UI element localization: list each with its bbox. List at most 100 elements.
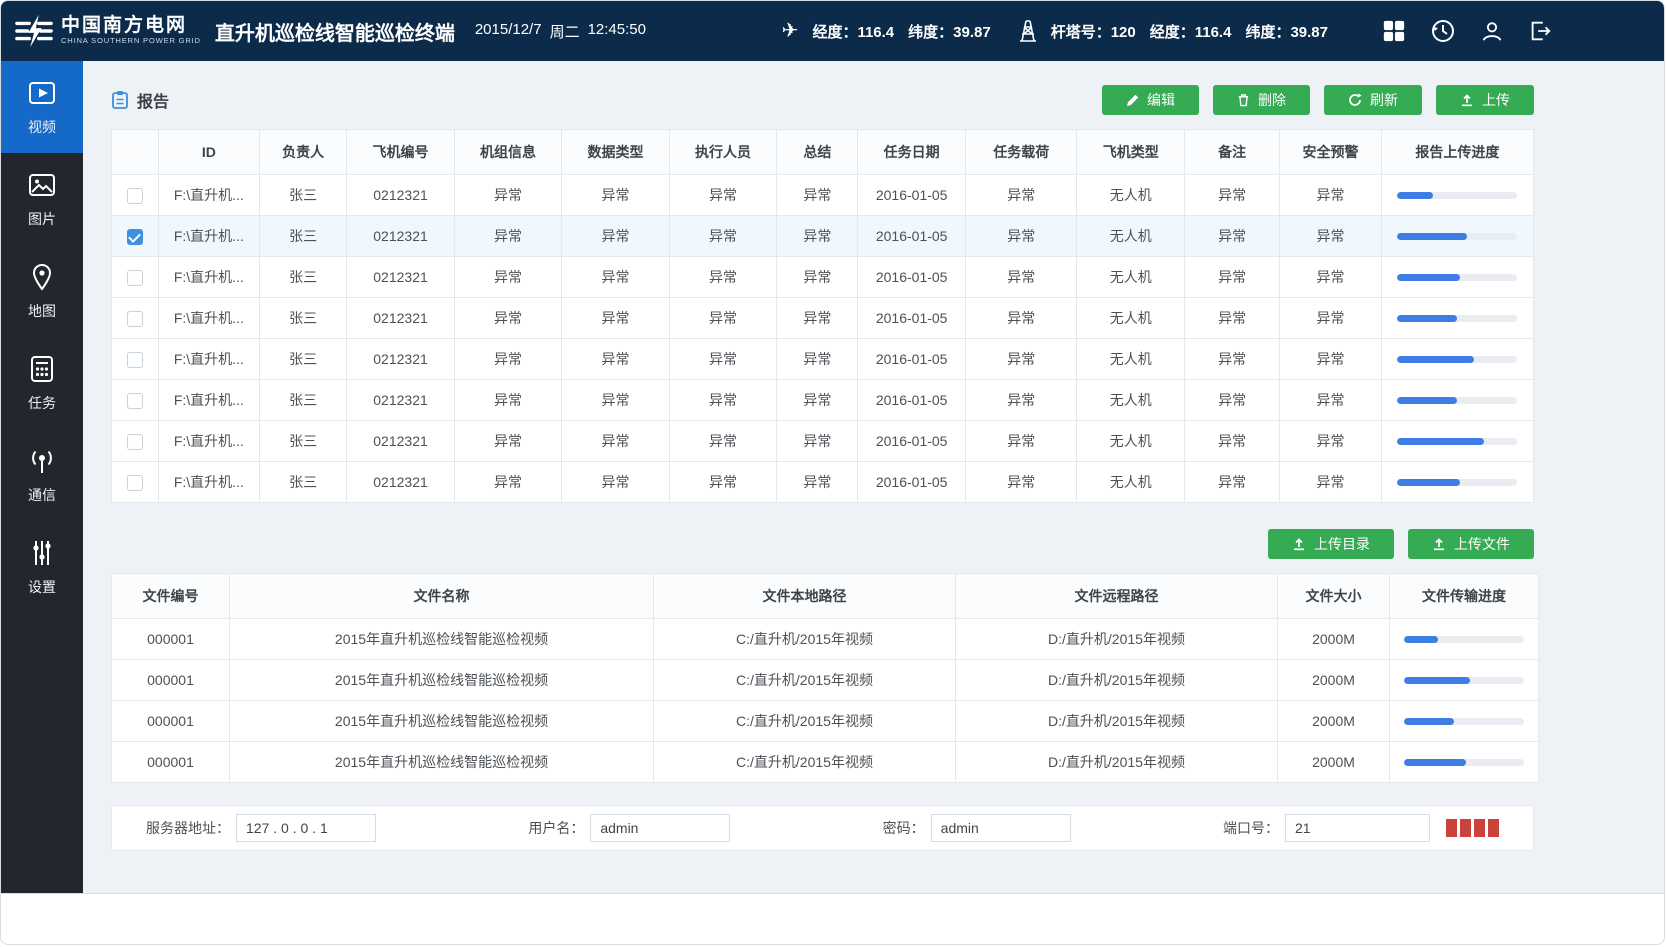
cell-crew: 异常: [454, 339, 562, 380]
table-row: 000001 2015年直升机巡检线智能巡检视频 C:/直升机/2015年视频 …: [112, 742, 1539, 783]
delete-button[interactable]: 删除: [1213, 85, 1310, 115]
cell-warning: 异常: [1280, 298, 1381, 339]
row-checkbox[interactable]: [127, 188, 143, 204]
cell-note: 异常: [1184, 462, 1279, 503]
edit-button[interactable]: 编辑: [1102, 85, 1199, 115]
cell-executor: 异常: [669, 339, 777, 380]
col-header: ID: [158, 130, 259, 175]
cell-date: 2016-01-05: [858, 257, 966, 298]
signal-bar: [1460, 819, 1471, 837]
cell-remote-path: D:/直升机/2015年视频: [956, 660, 1278, 701]
row-checkbox[interactable]: [127, 229, 143, 245]
report-clipboard-icon: [111, 90, 129, 110]
row-checkbox[interactable]: [127, 434, 143, 450]
upload-progress-bar: [1397, 479, 1517, 486]
upload-file-button[interactable]: 上传文件: [1408, 529, 1534, 559]
cell-summary: 异常: [777, 175, 858, 216]
cell-plane-type: 无人机: [1077, 421, 1185, 462]
row-checkbox[interactable]: [127, 311, 143, 327]
cell-payload: 异常: [965, 421, 1077, 462]
sidebar: 视频 图片 地图 任务: [1, 61, 83, 893]
col-header: 飞机编号: [347, 130, 455, 175]
cell-crew: 异常: [454, 216, 562, 257]
cell-warning: 异常: [1280, 421, 1381, 462]
section-report: 报告: [111, 88, 169, 112]
history-icon[interactable]: [1430, 18, 1456, 44]
port-label: 端口号：: [1223, 818, 1279, 838]
cell-owner: 张三: [260, 298, 347, 339]
user-icon[interactable]: [1480, 19, 1504, 43]
cell-summary: 异常: [777, 339, 858, 380]
cell-date: 2016-01-05: [858, 462, 966, 503]
col-header: 文件编号: [112, 574, 230, 619]
cell-payload: 异常: [965, 462, 1077, 503]
cell-file-size: 2000M: [1278, 701, 1390, 742]
refresh-button[interactable]: 刷新: [1324, 85, 1422, 115]
cell-plane-no: 0212321: [347, 421, 455, 462]
cell-note: 异常: [1184, 380, 1279, 421]
table-row: F:\直升机... 张三 0212321 异常 异常 异常 异常 2016-01…: [112, 339, 1534, 380]
logout-icon[interactable]: [1528, 19, 1552, 43]
sidebar-item-video[interactable]: 视频: [1, 61, 83, 153]
table-row: 000001 2015年直升机巡检线智能巡检视频 C:/直升机/2015年视频 …: [112, 619, 1539, 660]
cell-plane-type: 无人机: [1077, 257, 1185, 298]
cell-summary: 异常: [777, 216, 858, 257]
cell-warning: 异常: [1280, 380, 1381, 421]
transfer-progress-bar: [1404, 718, 1524, 725]
cell-note: 异常: [1184, 421, 1279, 462]
server-address-input[interactable]: [236, 814, 376, 842]
upload-directory-button[interactable]: 上传目录: [1268, 529, 1394, 559]
pencil-icon: [1126, 94, 1139, 107]
table-row: 000001 2015年直升机巡检线智能巡检视频 C:/直升机/2015年视频 …: [112, 660, 1539, 701]
row-checkbox[interactable]: [127, 475, 143, 491]
cell-summary: 异常: [777, 298, 858, 339]
cell-file-size: 2000M: [1278, 619, 1390, 660]
cell-crew: 异常: [454, 298, 562, 339]
password-input[interactable]: [931, 814, 1071, 842]
cell-file-size: 2000M: [1278, 742, 1390, 783]
username-input[interactable]: [590, 814, 730, 842]
row-checkbox[interactable]: [127, 393, 143, 409]
cell-plane-type: 无人机: [1077, 298, 1185, 339]
col-header: 文件本地路径: [654, 574, 956, 619]
cell-payload: 异常: [965, 380, 1077, 421]
upload-button[interactable]: 上传: [1436, 85, 1534, 115]
sidebar-item-settings[interactable]: 设置: [1, 521, 83, 613]
col-header: 总结: [777, 130, 858, 175]
sidebar-item-label: 通信: [28, 485, 56, 505]
sidebar-item-label: 任务: [28, 393, 56, 413]
windows-icon[interactable]: [1382, 19, 1406, 43]
cell-owner: 张三: [260, 380, 347, 421]
tower-status: 杆塔号：120 经度：116.4 纬度：39.87: [1019, 19, 1328, 43]
sidebar-item-tasks[interactable]: 任务: [1, 337, 83, 429]
row-checkbox[interactable]: [127, 270, 143, 286]
cell-data-type: 异常: [562, 298, 670, 339]
cell-local-path: C:/直升机/2015年视频: [654, 742, 956, 783]
password-group: 密码：: [883, 814, 1071, 842]
row-checkbox[interactable]: [127, 352, 143, 368]
transfer-progress-bar: [1404, 677, 1524, 684]
aircraft-icon: ✈: [782, 21, 799, 41]
cell-plane-type: 无人机: [1077, 339, 1185, 380]
sidebar-item-label: 设置: [28, 577, 56, 597]
col-header: 备注: [1184, 130, 1279, 175]
cell-payload: 异常: [965, 175, 1077, 216]
cell-date: 2016-01-05: [858, 380, 966, 421]
cell-remote-path: D:/直升机/2015年视频: [956, 742, 1278, 783]
cell-owner: 张三: [260, 421, 347, 462]
cell-data-type: 异常: [562, 380, 670, 421]
cell-plane-no: 0212321: [347, 216, 455, 257]
signal-bar: [1474, 819, 1485, 837]
port-input[interactable]: [1285, 814, 1430, 842]
sidebar-item-map[interactable]: 地图: [1, 245, 83, 337]
col-header: 文件传输进度: [1390, 574, 1539, 619]
col-header: 文件远程路径: [956, 574, 1278, 619]
cell-id: F:\直升机...: [158, 298, 259, 339]
cell-plane-type: 无人机: [1077, 216, 1185, 257]
sidebar-item-images[interactable]: 图片: [1, 153, 83, 245]
brand-name-en: CHINA SOUTHERN POWER GRID: [61, 37, 201, 45]
cell-id: F:\直升机...: [158, 175, 259, 216]
col-header: 报告上传进度: [1381, 130, 1533, 175]
image-icon: [27, 170, 57, 200]
sidebar-item-communication[interactable]: 通信: [1, 429, 83, 521]
